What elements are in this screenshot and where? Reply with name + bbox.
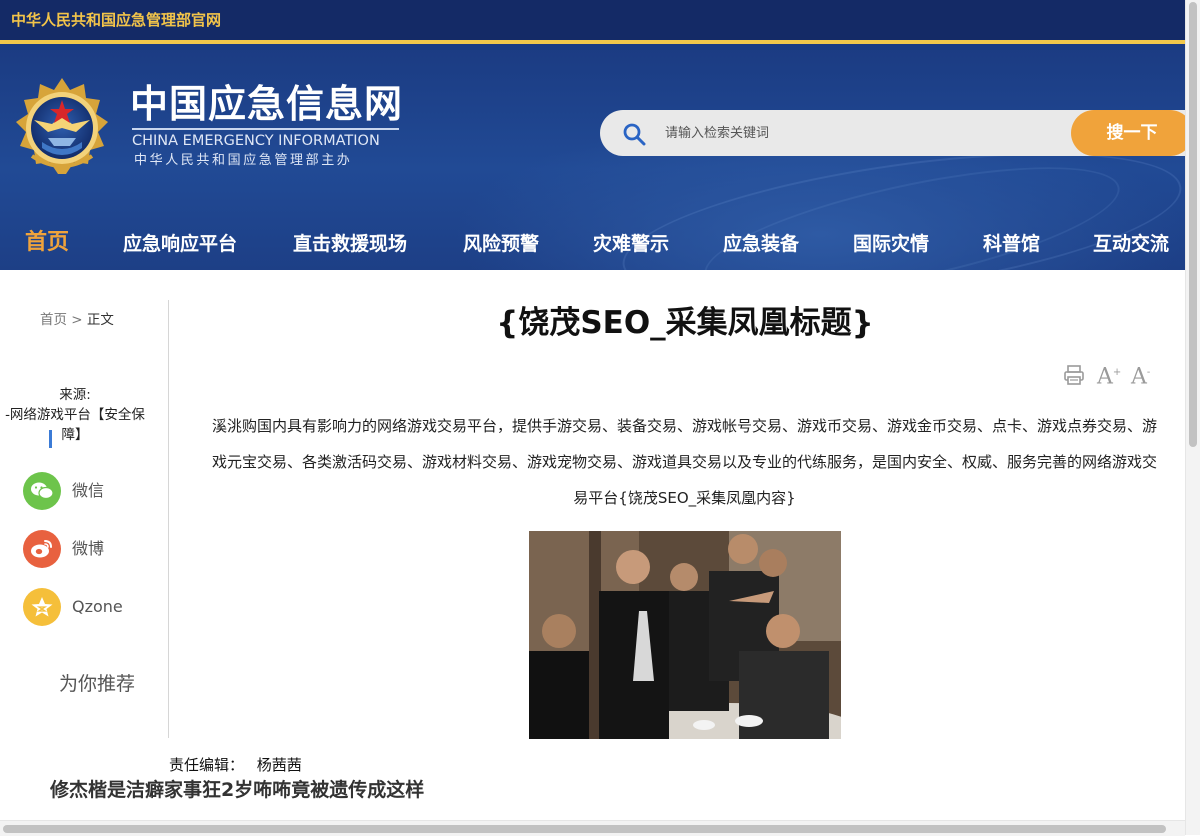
editor-label: 责任编辑： (169, 756, 245, 774)
share-weibo[interactable]: 微博 (23, 530, 143, 568)
wechat-icon (23, 472, 61, 510)
nav-item-rescue-scene[interactable]: 直击救援现场 (293, 230, 407, 258)
weibo-icon (23, 530, 61, 568)
article-title: {饶茂SEO_采集凤凰标题} (496, 305, 874, 341)
share-wechat-label: 微信 (72, 481, 105, 500)
breadcrumb-current: 正文 (86, 312, 114, 328)
nav-item-emergency-response[interactable]: 应急响应平台 (123, 230, 237, 258)
search-input[interactable] (665, 122, 1045, 144)
breadcrumb-separator: > (71, 312, 83, 328)
editor-name: 杨茜茜 (256, 756, 302, 774)
share-qzone[interactable]: Qzone (23, 588, 143, 626)
column-divider (168, 300, 169, 738)
qzone-icon (23, 588, 61, 626)
ministry-emblem-icon[interactable] (12, 76, 112, 180)
vertical-scrollbar[interactable] (1185, 0, 1200, 835)
font-increase-label: A (1097, 364, 1113, 390)
share-weibo-label: 微博 (72, 539, 105, 558)
logo-divider (132, 128, 399, 130)
related-article-link[interactable]: 修杰楷是洁癖家事狂2岁咘咘竟被遗传成这样 (50, 778, 424, 802)
article-photo (529, 531, 841, 739)
horizontal-scroll-thumb[interactable] (3, 825, 1166, 833)
plus-icon: + (1112, 367, 1122, 378)
search-icon[interactable] (622, 122, 646, 146)
nav-item-risk-warning[interactable]: 风险预警 (463, 230, 539, 258)
font-decrease-label: A (1131, 364, 1147, 390)
source-value: -网络游戏平台【安全保障】 (0, 405, 150, 445)
main-nav: 首页 应急响应平台 直击救援现场 风险预警 灾难警示 应急装备 国际灾情 科普馆… (0, 216, 1185, 270)
search-button[interactable]: 搜一下 (1071, 110, 1185, 156)
site-logo-subtitle: 中华人民共和国应急管理部主办 (134, 153, 353, 168)
font-increase-button[interactable]: A+ (1097, 358, 1121, 392)
editor-line: 责任编辑： 杨茜茜 (169, 755, 302, 775)
share-wechat[interactable]: 微信 (23, 472, 143, 510)
nav-item-disaster-alert[interactable]: 灾难警示 (593, 230, 669, 258)
site-logo-english: CHINA EMERGENCY INFORMATION (132, 133, 380, 149)
source-text: -网络游戏平台【安全保障】 (5, 407, 145, 443)
breadcrumb: 首页 > 正文 (40, 310, 114, 330)
site-logo-title[interactable]: 中国应急信息网 (130, 82, 403, 126)
nav-item-interaction[interactable]: 互动交流 (1093, 230, 1169, 258)
vertical-scroll-thumb[interactable] (1189, 2, 1197, 447)
minus-icon: - (1146, 367, 1151, 378)
source-marker (49, 430, 52, 448)
source-label: 来源: (59, 387, 91, 403)
article-body: 溪洮购国内具有影响力的网络游戏交易平台，提供手游交易、装备交易、游戏帐号交易、游… (212, 417, 1158, 507)
page: 中华人民共和国应急管理部官网 中国应急信息网 CHINA EMERGENCY I… (0, 0, 1185, 835)
recommend-heading: 为你推荐 (59, 673, 136, 695)
share-qzone-label: Qzone (72, 597, 123, 616)
top-bar: 中华人民共和国应急管理部官网 (0, 0, 1185, 40)
nav-item-home[interactable]: 首页 (25, 229, 69, 257)
font-decrease-button[interactable]: A- (1131, 358, 1150, 392)
header-banner: 中国应急信息网 CHINA EMERGENCY INFORMATION 中华人民… (0, 44, 1185, 270)
nav-item-international[interactable]: 国际灾情 (853, 230, 929, 258)
nav-item-equipment[interactable]: 应急装备 (723, 230, 799, 258)
breadcrumb-home[interactable]: 首页 (40, 312, 67, 328)
horizontal-scrollbar[interactable] (0, 820, 1185, 836)
ministry-site-link[interactable]: 中华人民共和国应急管理部官网 (11, 10, 221, 30)
nav-item-science[interactable]: 科普馆 (983, 230, 1040, 258)
print-icon[interactable] (1063, 364, 1085, 386)
